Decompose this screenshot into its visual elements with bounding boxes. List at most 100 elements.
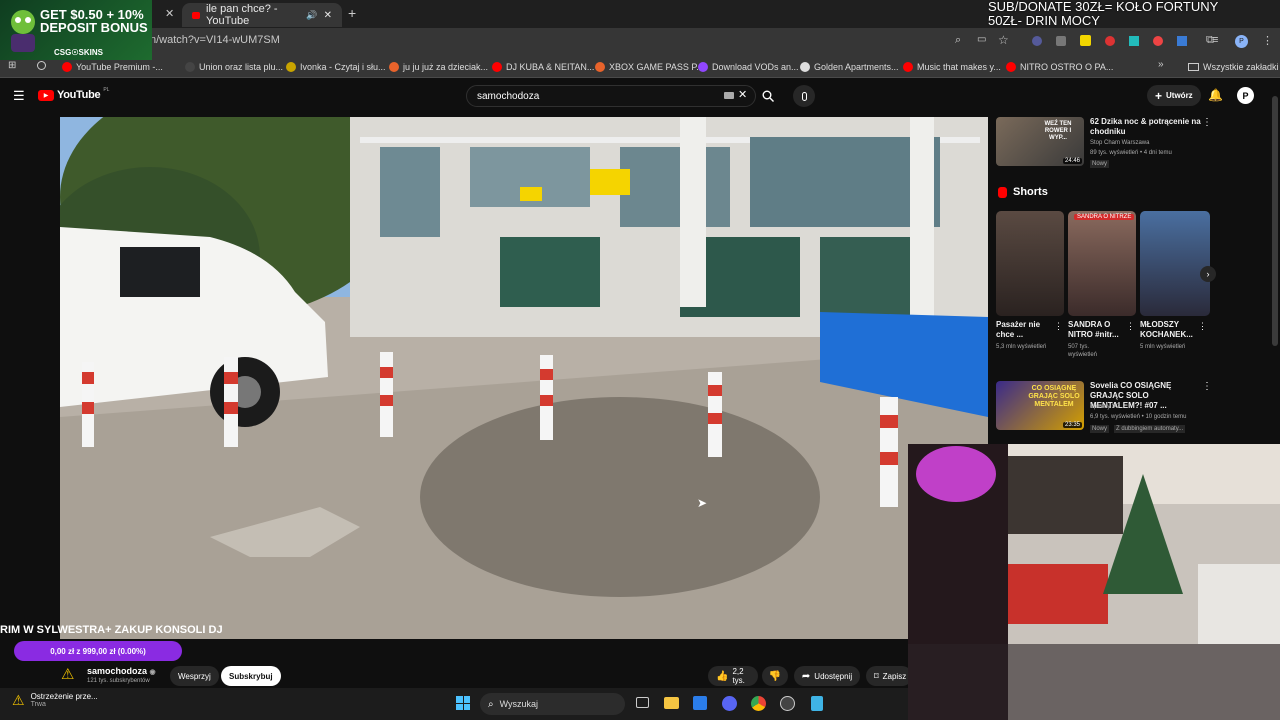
video-thumbnail: WEŹ TEN ROWER I WYP... 24:46 — [996, 117, 1084, 166]
notification-toast[interactable]: ⚠ Ostrzeżenie prze... Trwa — [12, 692, 98, 709]
short-item[interactable]: MŁODSZY KOCHANEK... 5 mln wyświetleń ⋮ — [1140, 211, 1210, 371]
taskbar-search[interactable]: ⌕ Wyszukaj — [480, 693, 625, 715]
bookmark-item[interactable]: YouTube Premium -... — [62, 58, 163, 76]
bookmark-item[interactable]: Ivonka - Czytaj i słu... — [286, 58, 386, 76]
extension-icon[interactable] — [1105, 36, 1115, 46]
short-item[interactable]: SANDRA O NITRZE SANDRA O NITRO #nitr... … — [1068, 211, 1136, 371]
notifications-bell-icon[interactable]: 🔔 — [1208, 88, 1223, 102]
menu-kebab-icon[interactable]: ⋮ — [1262, 34, 1273, 47]
chrome-icon[interactable] — [751, 696, 766, 711]
video-frame — [60, 117, 988, 639]
bookmark-favicon-icon — [800, 62, 810, 72]
task-view-icon[interactable] — [636, 697, 649, 708]
mouse-cursor-icon: ➤ — [697, 496, 708, 510]
reading-list-icon[interactable]: ≡ — [1212, 34, 1218, 46]
bookmark-favicon-icon — [286, 62, 296, 72]
channel-name[interactable]: samochodoza ◉ — [87, 666, 156, 676]
save-button[interactable]: ⌑ Zapisz — [866, 666, 912, 686]
dislike-button[interactable]: 👎 — [762, 666, 788, 686]
sidebar-video-bottom[interactable]: CO OSIĄGNĘ GRAJĄC SOLO MENTALEM 23:35 So… — [996, 381, 1266, 437]
short-item[interactable]: Pasażer nie chce ... 5,3 mln wyświetleń … — [996, 211, 1064, 371]
account-avatar[interactable]: P — [1237, 87, 1254, 104]
subscribe-button[interactable]: Subskrybuj — [221, 666, 281, 686]
sidebar-video-top[interactable]: WEŹ TEN ROWER I WYP... 24:46 62 Dzika no… — [996, 117, 1266, 169]
video-player[interactable] — [60, 117, 988, 639]
start-windows-icon[interactable] — [456, 696, 470, 710]
more-options-icon[interactable]: ⋮ — [1202, 381, 1212, 392]
taskbar — [0, 688, 908, 720]
scrollbar[interactable] — [1272, 96, 1278, 346]
bookmark-item[interactable]: XBOX GAME PASS P... — [595, 58, 704, 76]
donation-goal-bar: 0,00 zł z 999,00 zł (0.00%) — [14, 641, 182, 661]
more-options-icon[interactable]: ⋮ — [1126, 321, 1135, 332]
extension-icon[interactable] — [1032, 36, 1042, 46]
hamburger-menu-icon[interactable]: ☰ — [13, 88, 25, 104]
speaker-icon[interactable]: 🔊 — [306, 10, 317, 21]
share-icon: ➦ — [801, 670, 811, 682]
thumbs-down-icon: 👎 — [768, 670, 782, 682]
like-button[interactable]: 👍 2,2 tys. — [708, 666, 758, 686]
search-icon: ⌕ — [488, 698, 494, 710]
promo-mascot-icon — [11, 10, 35, 52]
all-bookmarks-button[interactable]: Wszystkie zakładki — [1188, 58, 1279, 76]
more-options-icon[interactable]: ⋮ — [1202, 117, 1212, 128]
bookmark-item[interactable]: Music that makes y... — [903, 58, 1001, 76]
notepad-icon[interactable] — [811, 696, 823, 711]
extension-icon[interactable] — [1153, 36, 1163, 46]
video-title-overlay: RIM W SYLWESTRA+ ZAKUP KONSOLI DJ — [0, 624, 223, 636]
warning-icon: ⚠ — [12, 692, 25, 708]
app-icon[interactable] — [780, 696, 795, 711]
url-field[interactable]: n/watch?v=VI14-wUM7SM — [150, 34, 280, 46]
file-explorer-icon[interactable] — [664, 697, 679, 709]
more-bookmarks-icon[interactable]: » — [1158, 59, 1164, 70]
webcam-overlay — [908, 444, 1280, 720]
extension-icon[interactable] — [1177, 36, 1187, 46]
search-input[interactable]: samochodoza — [466, 85, 756, 107]
bookmark-item[interactable]: NITRO OSTRO O PA... — [1006, 58, 1113, 76]
bookmark-item[interactable]: DJ KUBA & NEITAN... — [492, 58, 594, 76]
bookmark-item[interactable]: Download VODs an... — [698, 58, 799, 76]
bookmark-icon[interactable] — [37, 61, 46, 70]
subscriber-count: 121 tys. subskrybentów — [87, 678, 150, 684]
short-thumbnail — [996, 211, 1064, 316]
bookmark-item[interactable]: Golden Apartments... — [800, 58, 899, 76]
search-button[interactable] — [757, 85, 779, 107]
extension-icon[interactable] — [1056, 36, 1066, 46]
close-tab-icon[interactable]: ✕ — [165, 7, 174, 20]
more-options-icon[interactable]: ⋮ — [1198, 321, 1207, 332]
chevron-right-icon: › — [1206, 269, 1210, 279]
channel-warning-icon: ⚠ — [61, 666, 75, 683]
promo-headline: GET $0.50 + 10% DEPOSIT BONUS — [40, 7, 148, 35]
tab-youtube[interactable]: ile pan chce? - YouTube 🔊 ✕ — [182, 3, 342, 27]
zoom-icon[interactable]: ⌕ — [955, 34, 961, 47]
microphone-icon — [801, 91, 807, 101]
store-icon[interactable] — [693, 696, 707, 710]
discord-icon[interactable] — [722, 696, 737, 711]
youtube-play-icon: ▶ — [38, 89, 54, 101]
bookmark-favicon-icon — [62, 62, 72, 72]
clear-search-icon[interactable]: ✕ — [738, 88, 747, 101]
bookmark-favicon-icon — [185, 62, 195, 72]
support-button[interactable]: Wesprzyj — [170, 666, 219, 686]
shorts-next-button[interactable]: › — [1200, 266, 1216, 282]
cast-icon[interactable]: ▭ — [977, 34, 986, 45]
keyboard-icon[interactable] — [724, 92, 734, 99]
share-button[interactable]: ➦ Udostępnij — [794, 666, 860, 686]
bookmark-favicon-icon — [492, 62, 502, 72]
verified-icon: ◉ — [149, 669, 156, 676]
profile-avatar[interactable]: P — [1235, 35, 1248, 48]
bookmark-item[interactable]: ju ju już za dzieciak... — [389, 58, 488, 76]
close-tab-icon[interactable]: ✕ — [324, 10, 332, 21]
bookmark-item[interactable]: Union oraz lista plu... — [185, 58, 283, 76]
extension-icon[interactable] — [1129, 36, 1139, 46]
youtube-logo[interactable]: ▶ YouTube PL — [38, 87, 109, 101]
create-button[interactable]: + Utwórz — [1147, 85, 1201, 106]
extension-icon[interactable] — [1080, 35, 1091, 46]
more-options-icon[interactable]: ⋮ — [1054, 321, 1063, 332]
bookmark-star-icon[interactable]: ☆ — [998, 33, 1009, 47]
promo-brand: CSG☉SKINS — [54, 48, 103, 57]
apps-grid-icon[interactable]: ⊞ — [8, 60, 16, 71]
search-icon — [762, 90, 774, 102]
new-tab-icon[interactable]: + — [348, 5, 356, 21]
mic-button[interactable] — [793, 85, 815, 107]
